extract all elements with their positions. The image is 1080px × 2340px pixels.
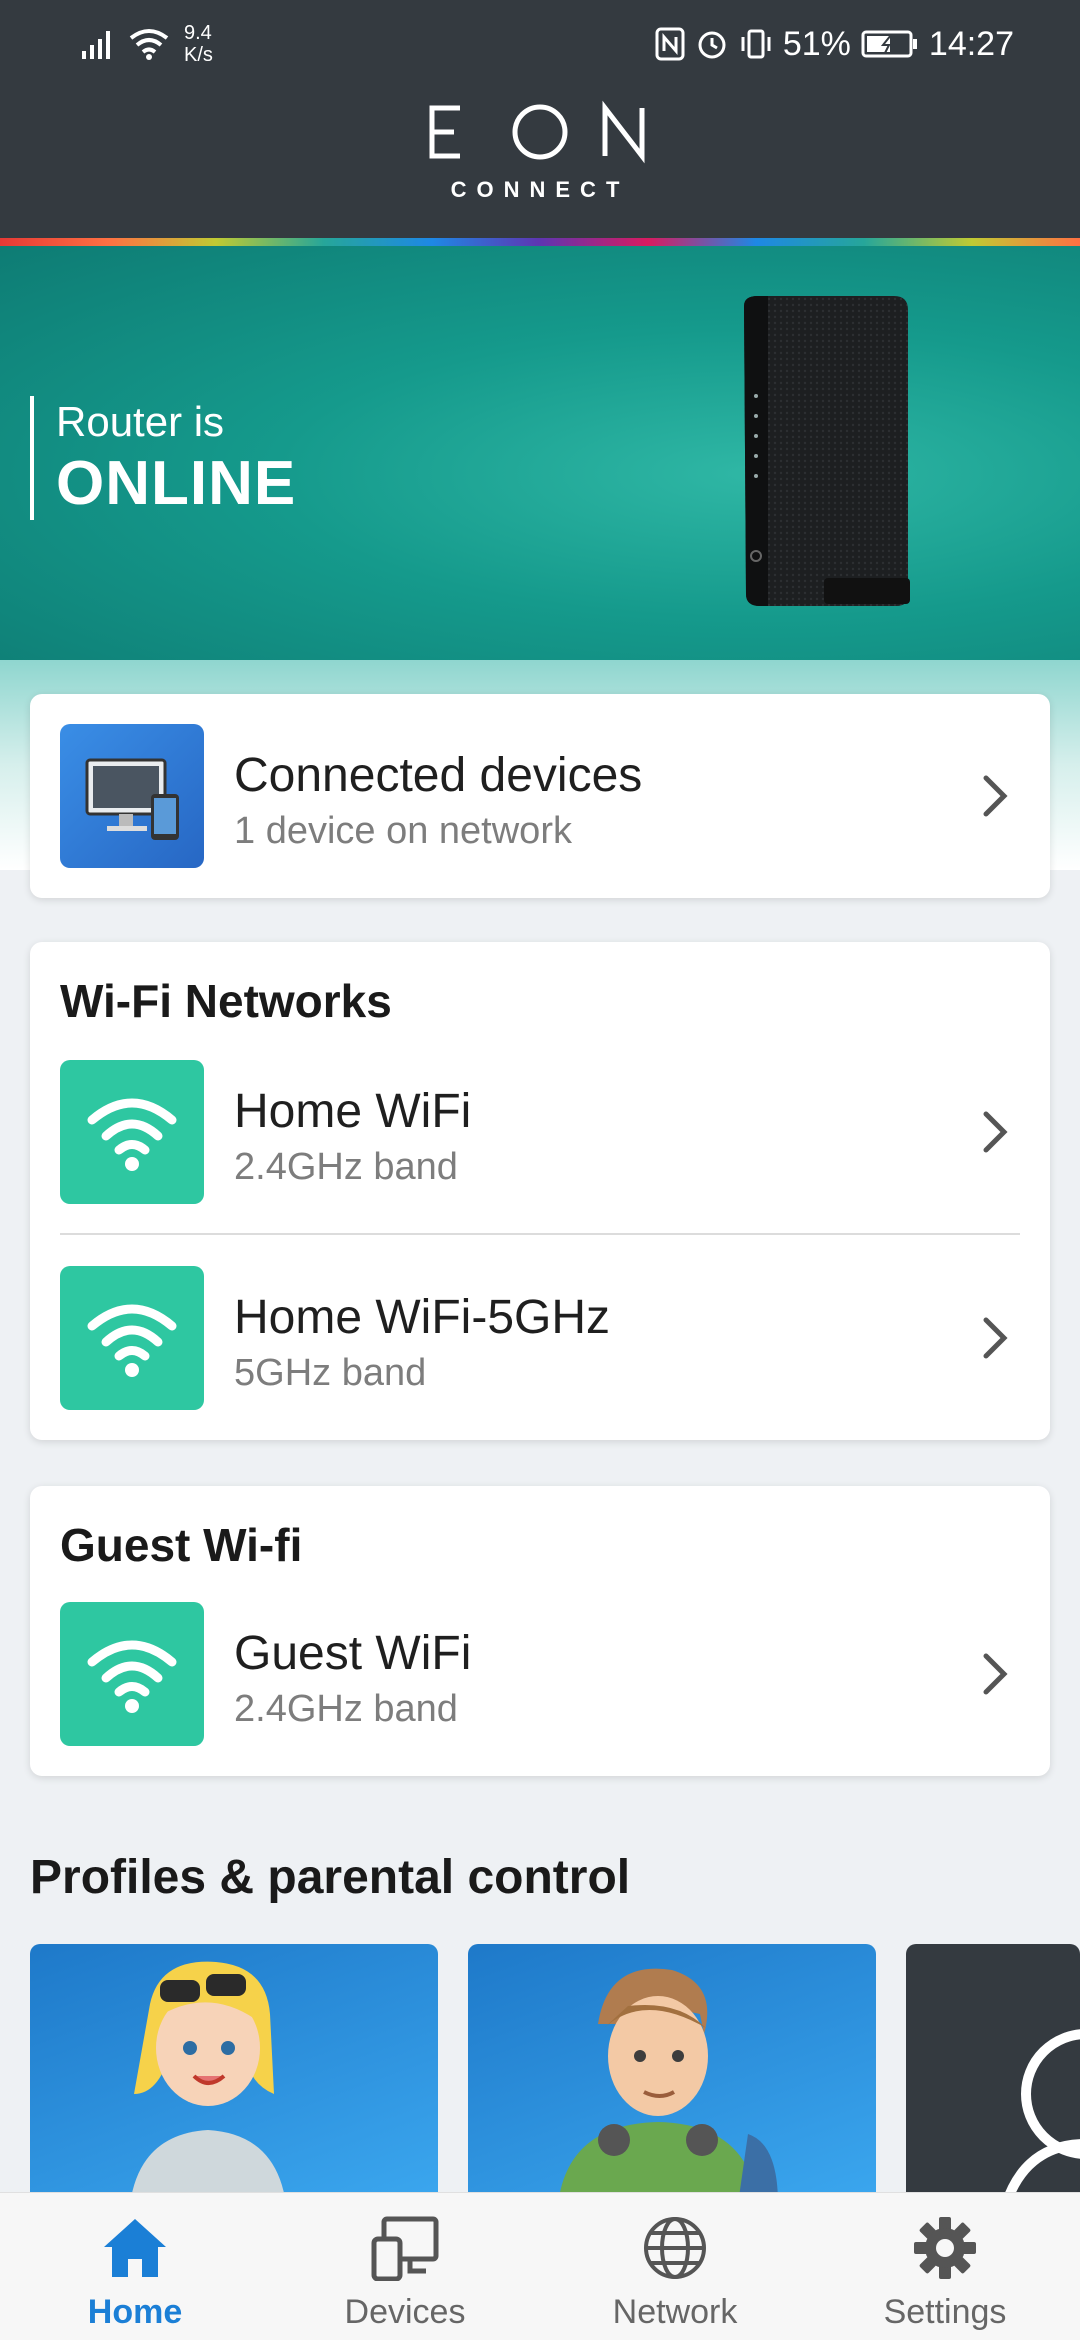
user-icon xyxy=(1001,2029,1080,2204)
nav-devices[interactable]: Devices xyxy=(270,2193,540,2340)
nav-home-label: Home xyxy=(87,2293,183,2331)
router-status-label: Router is xyxy=(56,398,225,445)
alarm-icon xyxy=(698,31,726,59)
nfc-icon xyxy=(655,27,685,61)
computer-phone-icon xyxy=(85,758,179,840)
connected-devices-title: Connected devices xyxy=(234,749,643,802)
router-status-hero: Router is ONLINE xyxy=(0,246,1080,660)
girl-avatar xyxy=(130,1961,286,2204)
rainbow-stripe xyxy=(0,238,1080,246)
wifi-icon xyxy=(87,1640,177,1713)
status-bar: 9.4 K/s 51% 14:27 xyxy=(0,14,1080,74)
wifi-icon xyxy=(87,1304,177,1377)
battery-icon xyxy=(861,30,917,58)
nav-network-label: Network xyxy=(612,2293,738,2331)
wifi-status-icon xyxy=(129,29,169,60)
gear-icon xyxy=(914,2217,976,2279)
wifi-network-name: Home WiFi xyxy=(234,1085,472,1138)
boy-avatar xyxy=(558,1968,778,2204)
wifi-networks-heading: Wi-Fi Networks xyxy=(60,975,392,1027)
guest-wifi-card: Guest Wi-fi Guest WiFi 2.4GHz band xyxy=(30,1486,1050,1776)
profile-card-girl[interactable] xyxy=(30,1944,438,2204)
wifi-network-row[interactable]: Home WiFi-5GHz 5GHz band xyxy=(30,1266,1050,1410)
wifi-network-row[interactable]: Home WiFi 2.4GHz band xyxy=(30,1060,1050,1204)
logo-graphic xyxy=(422,100,658,164)
divider xyxy=(60,1233,1020,1235)
connected-devices-row[interactable]: Connected devices 1 device on network xyxy=(30,724,1050,868)
vibrate-icon xyxy=(741,29,771,59)
eon-logo: CONNECT xyxy=(0,96,1080,206)
chevron-right-icon[interactable] xyxy=(970,1310,1020,1366)
nav-home[interactable]: Home xyxy=(0,2193,270,2340)
chevron-right-icon[interactable] xyxy=(970,1104,1020,1160)
devices-icon xyxy=(371,2216,439,2281)
wifi-networks-card: Wi-Fi Networks Home WiFi 2.4GHz band Hom… xyxy=(30,942,1050,1440)
router-image xyxy=(744,296,910,606)
status-right: 51% 14:27 xyxy=(655,14,1014,74)
chevron-right-icon[interactable] xyxy=(970,768,1020,824)
guest-wifi-heading: Guest Wi-fi xyxy=(60,1519,303,1571)
nav-network[interactable]: Network xyxy=(540,2193,810,2340)
wifi-network-name: Home WiFi-5GHz xyxy=(234,1291,611,1344)
profiles-heading: Profiles & parental control xyxy=(30,1851,631,1904)
home-icon xyxy=(104,2219,166,2277)
guest-wifi-row[interactable]: Guest WiFi 2.4GHz band xyxy=(30,1602,1050,1746)
router-status-value: ONLINE xyxy=(56,449,297,518)
logo-subtitle: CONNECT xyxy=(450,177,630,202)
guest-wifi-band: 2.4GHz band xyxy=(234,1688,458,1730)
app-header: 9.4 K/s 51% 14:27 CONNECT xyxy=(0,0,1080,246)
wifi-tile xyxy=(60,1602,204,1746)
signal-icon xyxy=(82,31,110,59)
clock: 14:27 xyxy=(928,24,1014,63)
router-status: Router is ONLINE xyxy=(30,396,296,520)
nav-settings[interactable]: Settings xyxy=(810,2193,1080,2340)
devices-tile xyxy=(60,724,204,868)
battery-percent: 51% xyxy=(782,24,851,63)
wifi-network-band: 5GHz band xyxy=(234,1352,427,1394)
guest-wifi-name: Guest WiFi xyxy=(234,1627,472,1680)
wifi-tile xyxy=(60,1266,204,1410)
connected-devices-count: 1 device on network xyxy=(234,810,572,852)
network-speed: 9.4 K/s xyxy=(184,22,213,66)
connected-devices-card[interactable]: Connected devices 1 device on network xyxy=(30,694,1050,898)
wifi-tile xyxy=(60,1060,204,1204)
bottom-nav: Home Devices Network Settings xyxy=(0,2192,1080,2340)
logo-mark xyxy=(420,96,660,166)
wifi-network-band: 2.4GHz band xyxy=(234,1146,458,1188)
profile-card-boy[interactable] xyxy=(468,1944,876,2204)
wifi-icon xyxy=(87,1098,177,1171)
chevron-right-icon[interactable] xyxy=(970,1646,1020,1702)
profile-card-add[interactable] xyxy=(906,1944,1080,2204)
nav-settings-label: Settings xyxy=(883,2293,1007,2331)
nav-devices-label: Devices xyxy=(344,2293,466,2331)
status-left: 9.4 K/s xyxy=(80,14,213,74)
globe-icon xyxy=(644,2217,706,2279)
